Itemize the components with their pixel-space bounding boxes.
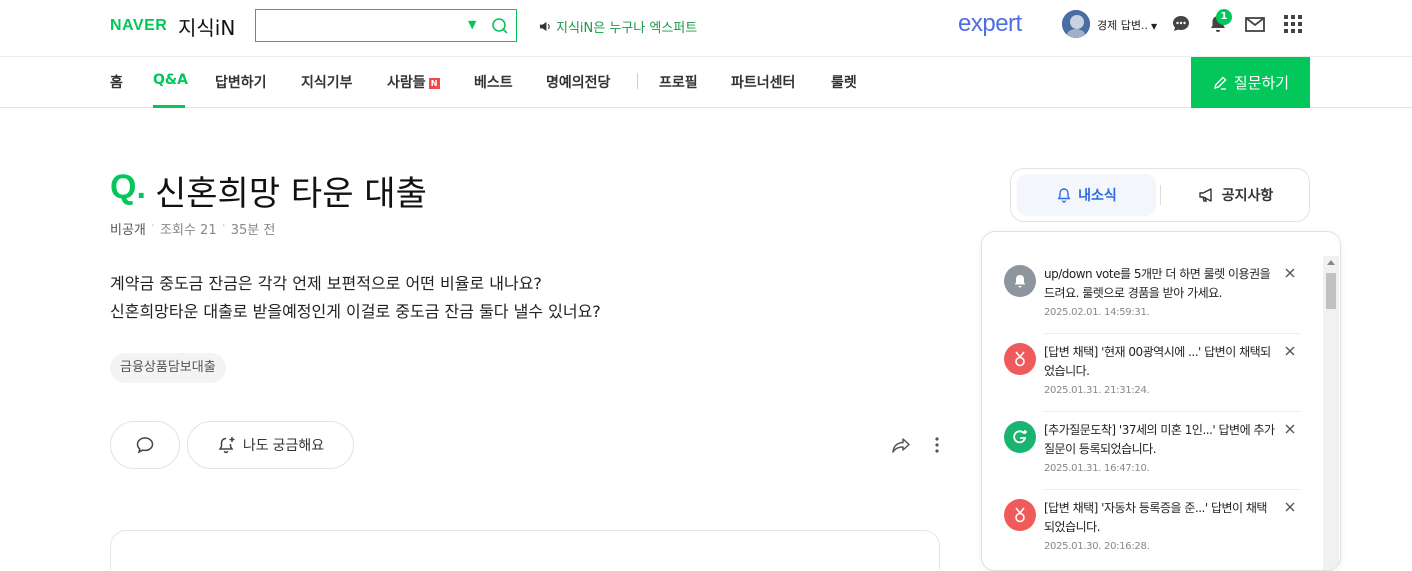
nav-qna[interactable]: Q&A — [153, 72, 188, 88]
bell-icon — [1057, 188, 1071, 203]
notification-time: 2025.01.30. 20:16:28. — [1044, 541, 1150, 552]
close-icon[interactable] — [1284, 345, 1296, 357]
tab-notice[interactable]: 공지사항 — [1166, 174, 1305, 216]
tab-my-news-label: 내소식 — [1078, 188, 1117, 204]
chat-icon[interactable] — [1170, 13, 1192, 35]
medal-icon — [1004, 499, 1036, 531]
notification-time: 2025.01.31. 21:31:24. — [1044, 385, 1150, 396]
speaker-icon — [539, 21, 550, 32]
divider — [1044, 411, 1300, 412]
nav-hall-of-fame[interactable]: 명예의전당 — [546, 72, 610, 92]
notification-scrollbar[interactable] — [1323, 256, 1339, 570]
question-mark: Q. — [110, 168, 146, 206]
ask-question-label: 질문하기 — [1233, 75, 1290, 92]
question-meta: 비공개 · 조회수 21 · 35분 전 — [110, 219, 275, 238]
header: NAVER 지식iN ▼ 지식iN은 누구나 엑스퍼트 expert 경제 답변… — [0, 0, 1412, 57]
question-title: 신혼희망 타운 대출 — [155, 174, 427, 214]
nav-answer[interactable]: 답변하기 — [215, 72, 267, 92]
bell-plus-icon — [218, 437, 235, 454]
curious-button[interactable]: 나도 궁금해요 — [187, 421, 354, 469]
chevron-down-icon: ▼ — [1150, 22, 1158, 31]
ask-question-button[interactable]: 질문하기 — [1191, 57, 1310, 108]
more-options-icon[interactable] — [928, 434, 946, 456]
apps-grid-icon[interactable] — [1282, 13, 1304, 35]
notification-panel: up/down vote를 5개만 더 하면 룰렛 이용권을 드려요. 룰렛으로… — [981, 231, 1341, 571]
nav-divider — [637, 73, 638, 89]
nav-people[interactable]: 사람들 N — [387, 72, 440, 92]
nav-partner-center[interactable]: 파트너센터 — [731, 72, 795, 92]
avatar-image — [1062, 10, 1090, 38]
question-views: 조회수 21 — [160, 223, 217, 238]
new-badge: N — [428, 78, 440, 89]
search-input[interactable] — [262, 15, 462, 36]
tab-my-news[interactable]: 내소식 — [1017, 174, 1156, 216]
search-box: ▼ — [255, 9, 517, 42]
megaphone-icon — [1199, 188, 1212, 202]
search-dropdown-icon[interactable]: ▼ — [468, 18, 476, 31]
expert-notice-link[interactable]: 지식iN은 누구나 엑스퍼트 — [539, 17, 697, 36]
question-author: 비공개 — [110, 223, 146, 238]
divider — [1044, 489, 1300, 490]
search-icon[interactable] — [490, 16, 510, 36]
divider — [1044, 333, 1300, 334]
question-body-line: 신혼희망타운 대출로 받을예정인게 이걸로 중도금 잔금 둘다 낼수 있너요? — [110, 302, 601, 321]
kin-logo[interactable]: 지식iN — [178, 12, 235, 41]
naver-logo[interactable]: NAVER — [110, 17, 167, 35]
scroll-up-arrow[interactable] — [1327, 260, 1335, 265]
notification-text: [답변 채택] '자동차 등록증을 준...' 답변이 채택되었습니다. — [1044, 501, 1267, 534]
answer-card — [110, 530, 940, 570]
notification-text: [답변 채택] '현재 00광역시에 ...' 답변이 채택되었습니다. — [1044, 345, 1271, 378]
close-icon[interactable] — [1284, 501, 1296, 513]
nav-active-indicator — [153, 105, 185, 108]
expert-notice-text: 지식iN은 누구나 엑스퍼트 — [556, 21, 698, 36]
comment-icon — [136, 437, 154, 454]
expert-logo[interactable]: expert — [958, 10, 1022, 38]
nav-home[interactable]: 홈 — [110, 72, 123, 92]
question-body-line: 계약금 중도금 잔금은 각각 언제 보편적으로 어떤 비율로 내나요? — [110, 274, 542, 293]
meta-separator: · — [150, 219, 156, 234]
nav-profile[interactable]: 프로필 — [659, 72, 698, 92]
avatar[interactable] — [1062, 10, 1090, 38]
notification-count-badge: 1 — [1216, 9, 1232, 25]
nav-roulette[interactable]: 룰렛 — [831, 72, 857, 92]
share-icon[interactable] — [890, 434, 912, 456]
question-body: 계약금 중도금 잔금은 각각 언제 보편적으로 어떤 비율로 내나요? 신혼희망… — [110, 270, 601, 326]
notification-text: up/down vote를 5개만 더 하면 룰렛 이용권을 드려요. 룰렛으로… — [1044, 267, 1271, 300]
username-menu[interactable]: 경제 답변.. ▼ — [1097, 17, 1157, 33]
nav-donation[interactable]: 지식기부 — [301, 72, 353, 92]
tab-notice-label: 공지사항 — [1221, 188, 1274, 204]
tab-divider — [1160, 185, 1161, 205]
comment-button[interactable] — [110, 421, 180, 469]
mail-icon[interactable] — [1244, 13, 1266, 35]
nav-best[interactable]: 베스트 — [474, 72, 513, 92]
scroll-thumb[interactable] — [1326, 273, 1336, 309]
close-icon[interactable] — [1284, 267, 1296, 279]
add-question-icon — [1004, 421, 1036, 453]
meta-separator: · — [221, 219, 226, 234]
bell-icon — [1004, 265, 1036, 297]
notification-time: 2025.01.31. 16:47:10. — [1044, 463, 1150, 474]
notification-text: [추가질문도착] '37세의 미혼 1인...' 답변에 추가질문이 등록되었습… — [1044, 423, 1275, 456]
username-label: 경제 답변.. — [1097, 19, 1148, 32]
medal-icon — [1004, 343, 1036, 375]
question-tag[interactable]: 금융상품담보대출 — [110, 353, 226, 383]
curious-button-label: 나도 궁금해요 — [242, 437, 325, 453]
notification-time: 2025.02.01. 14:59:31. — [1044, 307, 1150, 318]
question-time: 35분 전 — [230, 223, 276, 238]
nav-people-label: 사람들 — [387, 75, 426, 91]
pencil-icon — [1213, 76, 1227, 90]
main-nav: 홈 Q&A 답변하기 지식기부 사람들 N 베스트 명예의전당 프로필 파트너센터… — [0, 57, 1412, 108]
side-tabs: 내소식 공지사항 — [1010, 168, 1310, 222]
close-icon[interactable] — [1284, 423, 1296, 435]
